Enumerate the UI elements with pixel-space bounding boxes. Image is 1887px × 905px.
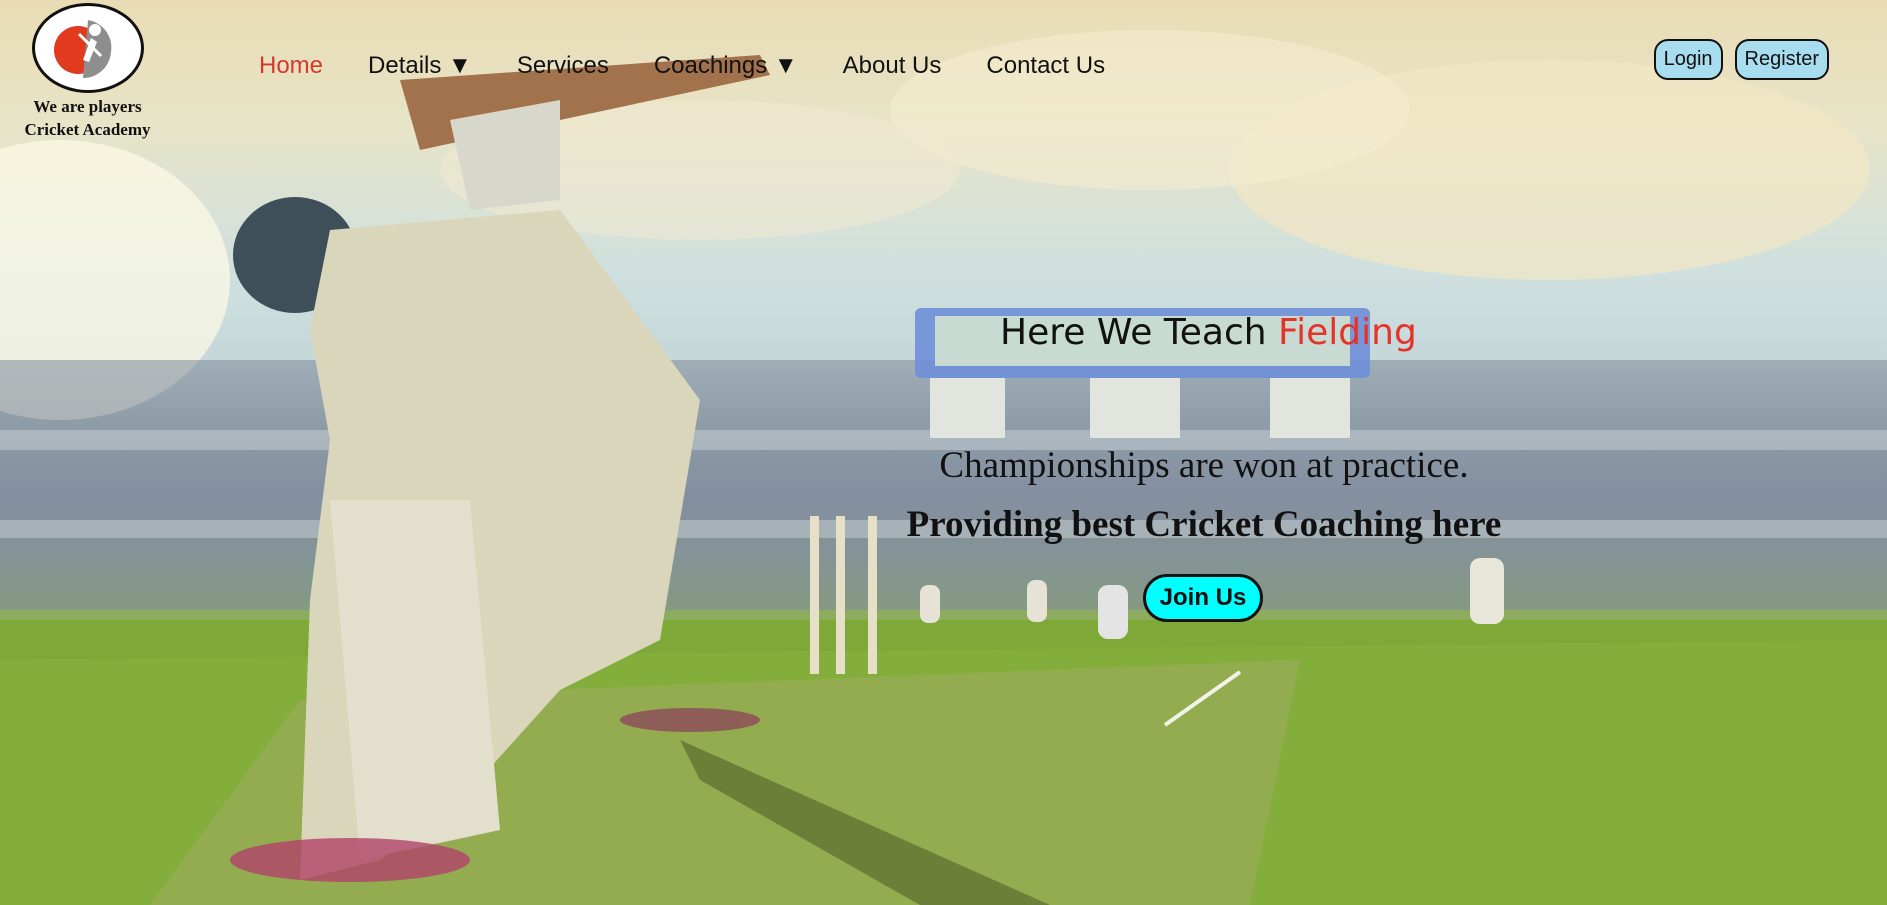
brand-name-line1: We are players [33, 97, 142, 116]
nav-home[interactable]: Home [259, 52, 323, 80]
brand-logo[interactable]: We are players Cricket Academy [10, 3, 165, 141]
hero-headline: Here We Teach Fielding [1000, 312, 1417, 353]
nav-services[interactable]: Services [517, 52, 609, 80]
hero-subtagline: Providing best Cricket Coaching here [906, 504, 1502, 545]
auth-buttons: Login Register [1653, 39, 1829, 80]
main-navigation: Home Details ▼ Services Coachings ▼ Abou… [259, 52, 1150, 80]
brand-name-line2: Cricket Academy [24, 120, 151, 139]
logo-badge [31, 3, 144, 93]
login-button[interactable]: Login [1653, 39, 1723, 80]
nav-about-us[interactable]: About Us [843, 52, 942, 80]
nav-details[interactable]: Details ▼ [368, 52, 472, 80]
headline-prefix: Here We Teach [1000, 312, 1267, 353]
join-us-button[interactable]: Join Us [1143, 574, 1263, 622]
nav-coachings[interactable]: Coachings ▼ [654, 52, 798, 80]
hero-tagline: Championships are won at practice. [939, 445, 1469, 486]
headline-accent: Fielding [1278, 312, 1417, 353]
cricket-player-icon [53, 20, 111, 79]
brand-name: We are players Cricket Academy [10, 95, 165, 141]
register-button[interactable]: Register [1734, 39, 1829, 80]
nav-contact-us[interactable]: Contact Us [986, 52, 1105, 80]
